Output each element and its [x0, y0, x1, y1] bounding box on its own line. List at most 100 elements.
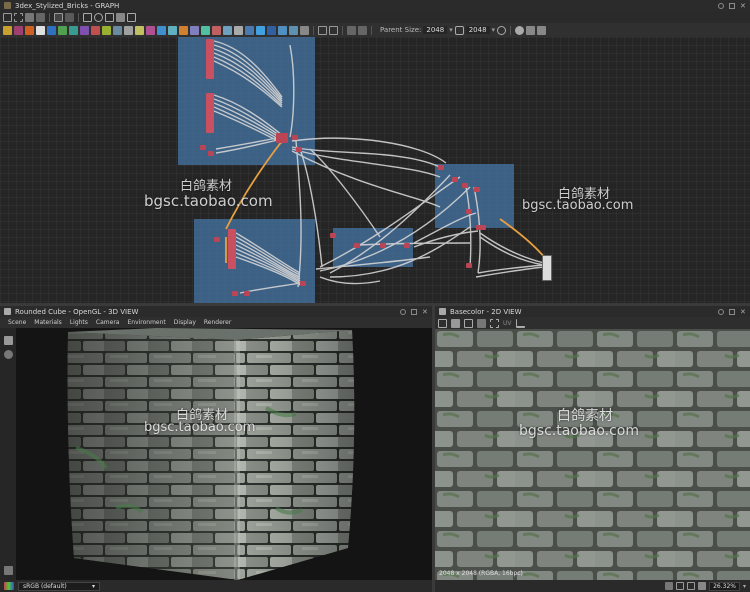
graph-node[interactable] — [474, 187, 480, 192]
refresh-icon[interactable] — [94, 12, 103, 22]
close-icon[interactable]: ✕ — [740, 2, 746, 9]
graph-node[interactable] — [466, 209, 472, 214]
graph-node[interactable] — [208, 151, 214, 156]
graph-node[interactable] — [404, 243, 410, 248]
grid-icon[interactable] — [127, 12, 136, 22]
node-normal-icon[interactable] — [102, 25, 111, 35]
menu-display[interactable]: Display — [174, 319, 196, 326]
graph-node[interactable] — [206, 39, 214, 79]
close-icon[interactable]: ✕ — [740, 308, 746, 315]
node-curve-icon[interactable] — [146, 25, 155, 35]
histogram-icon[interactable] — [515, 318, 525, 328]
graph-node[interactable] — [330, 233, 336, 238]
menu-renderer[interactable]: Renderer — [204, 319, 231, 326]
node-grayscale-icon[interactable] — [124, 25, 133, 35]
graph-node[interactable] — [206, 93, 214, 133]
settings-icon[interactable] — [4, 566, 13, 575]
bookmark-icon[interactable] — [347, 25, 356, 35]
comment-add-icon[interactable] — [318, 25, 327, 35]
menu-scene[interactable]: Scene — [8, 319, 26, 326]
link-icon[interactable] — [54, 12, 63, 22]
node-graph-icon[interactable] — [278, 25, 287, 35]
close-icon[interactable]: ✕ — [422, 308, 428, 315]
menu-camera[interactable]: Camera — [96, 319, 120, 326]
fit-icon[interactable] — [65, 12, 74, 22]
frame-tool-icon[interactable] — [3, 12, 12, 22]
graph-node[interactable] — [232, 291, 238, 296]
graph-node[interactable] — [466, 263, 472, 268]
chevron-down-icon[interactable]: ▾ — [449, 26, 453, 34]
cooking-icon[interactable] — [515, 25, 525, 35]
channels-icon[interactable] — [464, 318, 473, 328]
align-icon[interactable] — [83, 12, 92, 22]
pin-icon[interactable] — [400, 308, 406, 315]
node-warp-icon[interactable] — [69, 25, 78, 35]
light-icon[interactable] — [4, 350, 13, 359]
node-output-icon[interactable] — [201, 25, 210, 35]
layers-icon[interactable] — [665, 582, 674, 590]
output-size-select[interactable]: 2048 — [465, 26, 490, 34]
node-transform-icon[interactable] — [80, 25, 89, 35]
link-size-icon[interactable] — [454, 25, 464, 35]
node-svg-icon[interactable] — [168, 25, 177, 35]
node-function-icon[interactable] — [289, 25, 298, 35]
uv-grid-icon[interactable] — [490, 318, 499, 328]
node-uniform-icon[interactable] — [36, 25, 45, 35]
node-vector-icon[interactable] — [234, 25, 243, 35]
camera-icon[interactable] — [25, 12, 34, 22]
zoom-icon[interactable] — [698, 582, 707, 590]
uv-toggle[interactable]: UV — [503, 320, 512, 327]
options-icon[interactable] — [526, 25, 536, 35]
graph-node[interactable] — [452, 177, 458, 182]
node-hsl-icon[interactable] — [135, 25, 144, 35]
parent-size-select[interactable]: 2048 — [423, 26, 448, 34]
node-atomic-icon[interactable] — [3, 25, 12, 35]
fit-view-icon[interactable] — [676, 582, 685, 590]
snap-icon[interactable] — [105, 12, 114, 22]
tile-icon[interactable] — [477, 318, 486, 328]
menu-materials[interactable]: Materials — [34, 319, 62, 326]
node-pin-icon[interactable] — [256, 25, 265, 35]
colorspace-select[interactable]: sRGB (default) ▾ — [18, 581, 100, 591]
pin-icon[interactable] — [718, 2, 724, 9]
chevron-down-icon[interactable]: ▾ — [492, 26, 496, 34]
pin-icon[interactable] — [718, 308, 724, 315]
node-blend-icon[interactable] — [14, 25, 23, 35]
chevron-down-icon[interactable]: ▾ — [743, 583, 746, 590]
node-blur-icon[interactable] — [47, 25, 56, 35]
node-frame-icon[interactable] — [245, 25, 254, 35]
graph-node[interactable] — [296, 147, 302, 152]
node-dot-icon[interactable] — [267, 25, 276, 35]
save-icon[interactable] — [451, 318, 460, 328]
node-fx-icon[interactable] — [91, 25, 100, 35]
node-misc-icon[interactable] — [300, 25, 309, 35]
camera-icon[interactable] — [4, 336, 13, 345]
zoom-field[interactable]: 26.32% — [709, 581, 740, 591]
node-text-icon[interactable] — [179, 25, 188, 35]
graph-node[interactable] — [276, 133, 288, 143]
graph-node[interactable] — [200, 145, 206, 150]
menu-lights[interactable]: Lights — [70, 319, 88, 326]
view3d-viewport[interactable]: 白鸽素材 bgsc.taobao.com — [16, 328, 432, 580]
node-bitmap-icon[interactable] — [223, 25, 232, 35]
graph-node[interactable] — [354, 243, 360, 248]
pin-graph-icon[interactable] — [537, 25, 547, 35]
graph-node[interactable] — [462, 183, 468, 188]
node-gradient-icon[interactable] — [58, 25, 67, 35]
view2d-viewport[interactable]: 白鸽素材 bgsc.taobao.com 2048 x 2048 (RGBA, … — [435, 329, 750, 580]
restore-icon[interactable] — [729, 308, 735, 315]
output-node[interactable] — [542, 255, 552, 281]
graph-node[interactable] — [476, 225, 486, 230]
node-levels-icon[interactable] — [25, 25, 34, 35]
layout-icon[interactable] — [358, 25, 367, 35]
menu-environment[interactable]: Environment — [127, 319, 165, 326]
graph-node[interactable] — [244, 291, 250, 296]
frame-add-icon[interactable] — [329, 25, 338, 35]
restore-icon[interactable] — [729, 2, 735, 9]
graph-canvas[interactable]: 白鸽素材 bgsc.taobao.com 白鸽素材 bgsc.taobao.co… — [0, 37, 750, 303]
comment-icon[interactable] — [116, 12, 125, 22]
actual-size-icon[interactable] — [687, 582, 696, 590]
reset-size-icon[interactable] — [497, 25, 507, 35]
node-input-icon[interactable] — [212, 25, 221, 35]
node-pixel-icon[interactable] — [157, 25, 166, 35]
